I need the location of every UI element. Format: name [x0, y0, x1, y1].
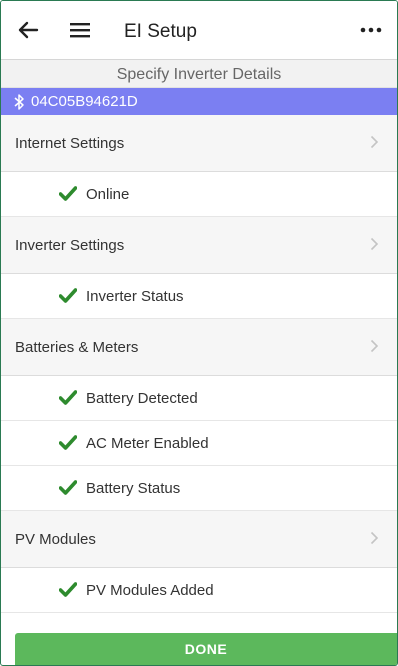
section-header[interactable]: PV Modules	[1, 511, 397, 568]
device-id: 04C05B94621D	[31, 93, 138, 110]
arrow-left-icon	[18, 21, 39, 39]
app-frame: EI Setup Specify Inverter Details 04C05B…	[0, 0, 398, 666]
done-button[interactable]: DONE	[15, 633, 397, 665]
chevron-right-icon	[370, 135, 379, 153]
back-button[interactable]	[13, 15, 43, 45]
status-item-label: Inverter Status	[86, 287, 184, 305]
status-item: AC Meter Enabled	[1, 421, 397, 466]
more-dots-icon	[360, 27, 382, 33]
chevron-right-icon	[370, 339, 379, 357]
checkmark-icon	[58, 480, 78, 499]
page-title: EI Setup	[124, 21, 197, 42]
status-item: Battery Status	[1, 466, 397, 511]
status-item-label: AC Meter Enabled	[86, 434, 209, 452]
section-label: PV Modules	[15, 530, 96, 548]
section-label: Inverter Settings	[15, 236, 125, 254]
checkmark-icon	[58, 435, 78, 454]
more-button[interactable]	[355, 15, 387, 45]
section-header[interactable]: Inverter Settings	[1, 217, 397, 274]
page-subtitle: Specify Inverter Details	[1, 60, 397, 88]
section-label: Batteries & Meters	[15, 338, 139, 356]
status-item: Online	[1, 172, 397, 217]
chevron-right-icon	[370, 237, 379, 255]
menu-button[interactable]	[65, 15, 95, 45]
status-item: Inverter Status	[1, 274, 397, 319]
chevron-right-icon	[370, 531, 379, 549]
top-bar: EI Setup	[1, 1, 397, 60]
checkmark-icon	[58, 288, 78, 307]
section-header[interactable]: Internet Settings	[1, 115, 397, 172]
status-item: Battery Detected	[1, 376, 397, 421]
status-item-label: Battery Detected	[86, 389, 198, 407]
status-item-label: Online	[86, 185, 130, 203]
hamburger-menu-icon	[70, 23, 90, 38]
device-bar: 04C05B94621D	[1, 88, 397, 115]
settings-list: Internet Settings Online Inverter Settings…	[1, 115, 397, 613]
status-item: PV Modules Added	[1, 568, 397, 613]
status-item-label: PV Modules Added	[86, 581, 214, 599]
checkmark-icon	[58, 186, 78, 205]
section-header[interactable]: Batteries & Meters	[1, 319, 397, 376]
section-label: Internet Settings	[15, 134, 125, 152]
checkmark-icon	[58, 582, 78, 601]
status-item-label: Battery Status	[86, 479, 181, 497]
checkmark-icon	[58, 390, 78, 409]
bluetooth-icon	[13, 93, 25, 111]
